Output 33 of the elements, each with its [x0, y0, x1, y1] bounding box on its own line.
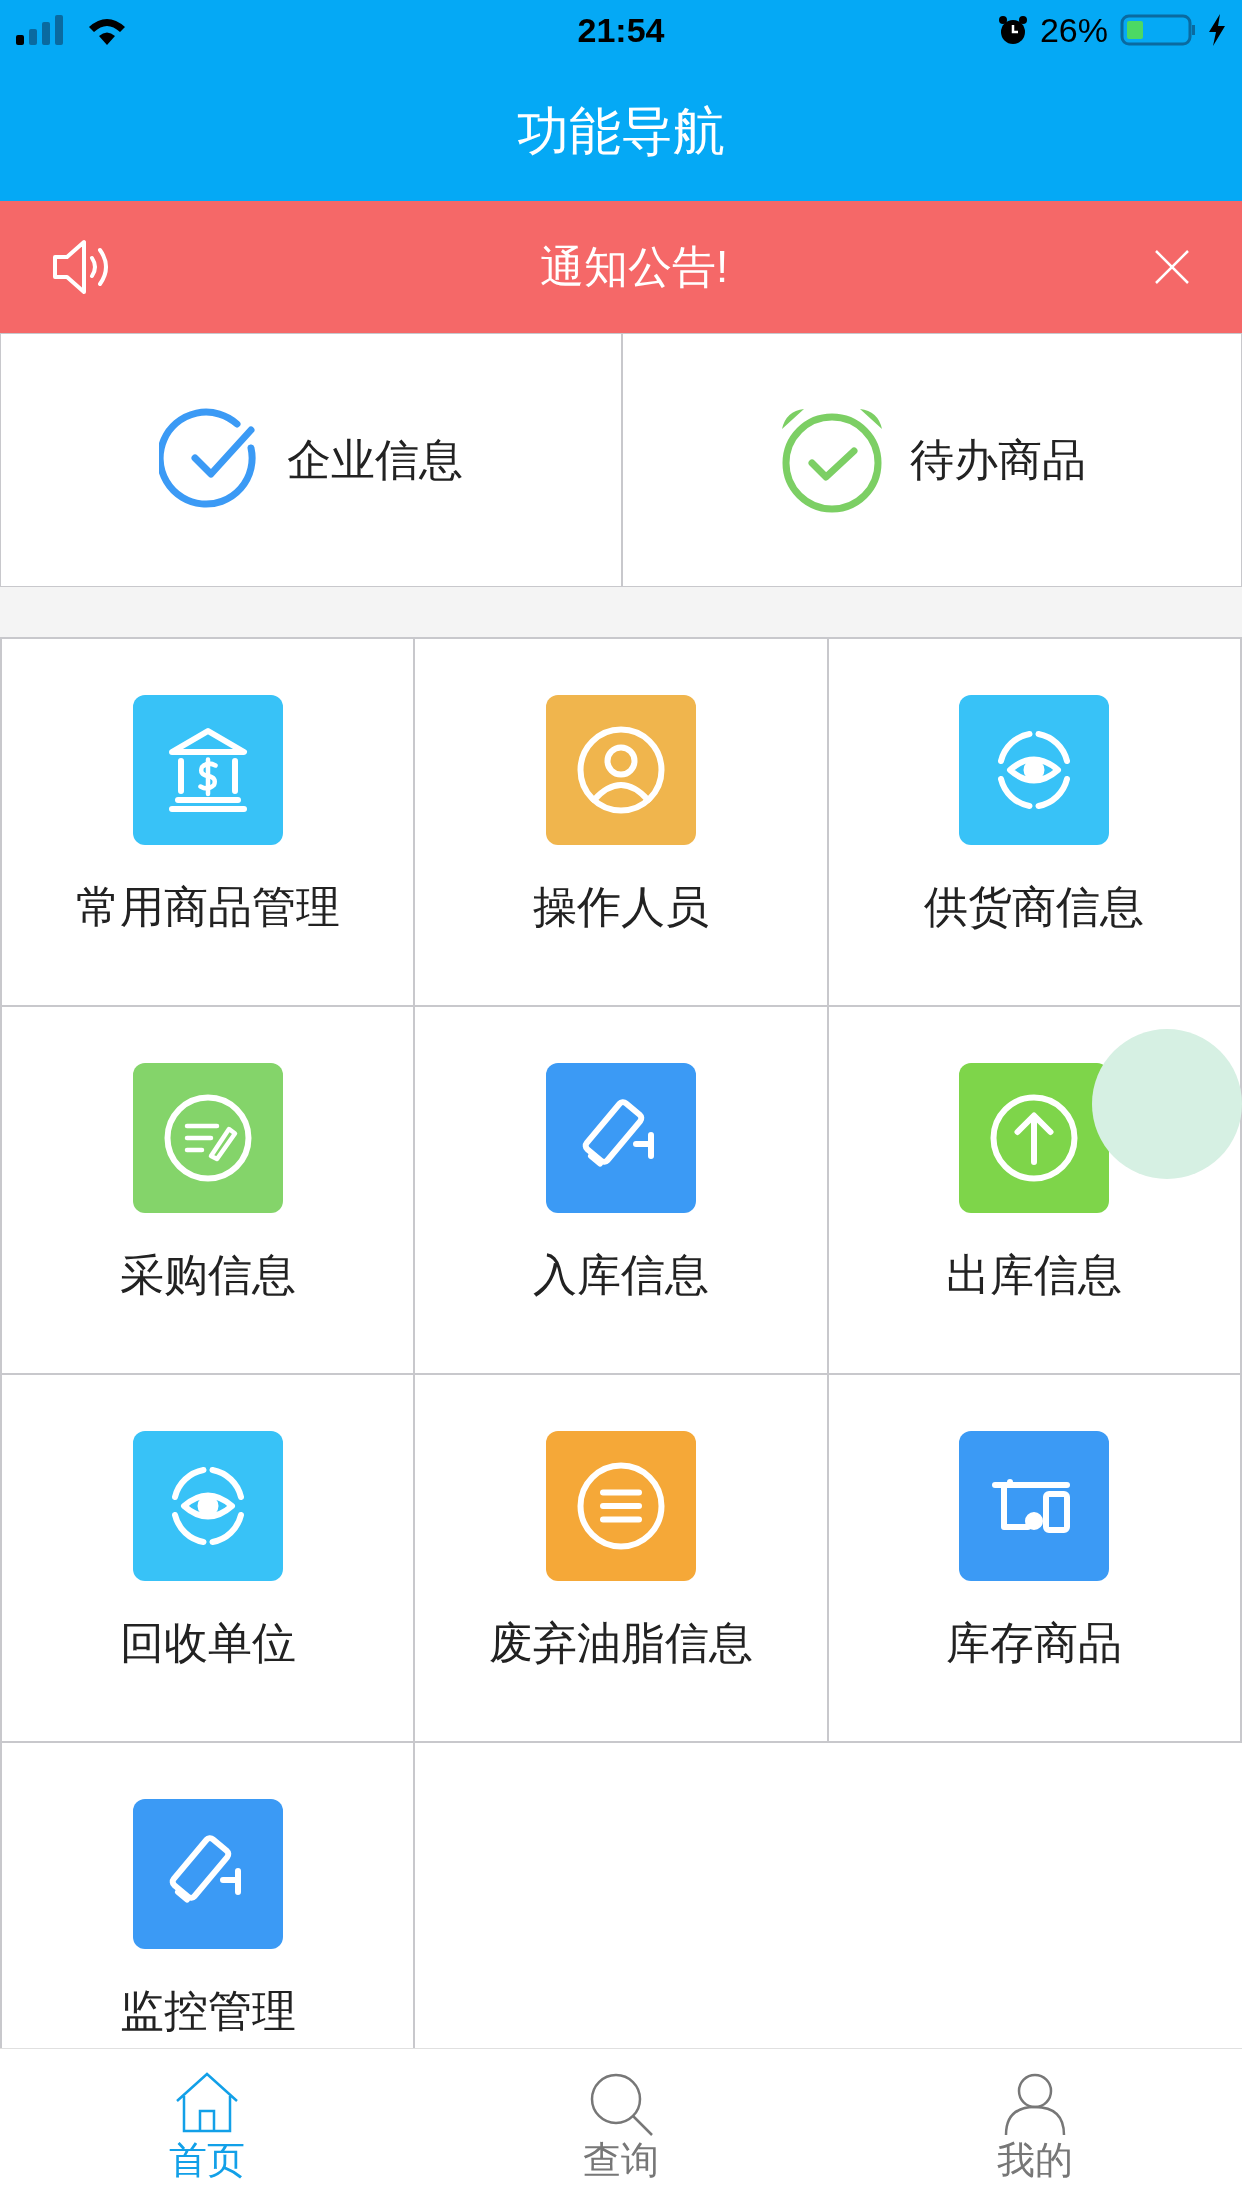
signal-icon	[16, 15, 66, 45]
tile-label: 采购信息	[119, 1253, 296, 1297]
menu-tile[interactable]: 供货商信息	[828, 639, 1242, 1007]
tile-label: 常用商品管理	[75, 885, 340, 929]
charging-icon	[1208, 14, 1226, 46]
search-icon	[588, 2071, 654, 2137]
tile-label: 入库信息	[533, 1253, 709, 1297]
alarm-icon	[997, 15, 1028, 45]
user-icon	[1002, 2071, 1068, 2137]
tab[interactable]: 我的	[828, 2049, 1242, 2208]
tile-label: 废弃油脂信息	[489, 1621, 753, 1665]
menu-tile[interactable]: 常用商品管理	[2, 639, 416, 1007]
tile-label: 出库信息	[946, 1253, 1123, 1297]
tile-label: 操作人员	[533, 885, 709, 929]
tile-label: 供货商信息	[924, 885, 1145, 929]
close-icon[interactable]	[1154, 249, 1190, 285]
battery-percent: 26%	[1039, 9, 1108, 51]
card-label: 企业信息	[287, 434, 463, 486]
menu-tile[interactable]: 回收单位	[2, 1375, 416, 1743]
page-title: 功能导航	[517, 100, 725, 162]
tile-label: 库存商品	[946, 1621, 1123, 1665]
menu-tile[interactable]: 入库信息	[415, 1007, 829, 1375]
menu-tile[interactable]: 采购信息	[2, 1007, 416, 1375]
tile-label: 监控管理	[119, 1989, 296, 2033]
card-label: 待办商品	[910, 434, 1086, 486]
tile-label: 回收单位	[119, 1621, 296, 1665]
tab[interactable]: 查询	[414, 2049, 828, 2208]
menu-tile[interactable]: 废弃油脂信息	[415, 1375, 829, 1743]
status-time: 21:54	[577, 9, 665, 51]
menu-tile[interactable]: 操作人员	[415, 639, 829, 1007]
notice-text: 通知公告!	[539, 241, 729, 293]
battery-icon	[1120, 14, 1196, 46]
menu-tile[interactable]: 库存商品	[828, 1375, 1242, 1743]
